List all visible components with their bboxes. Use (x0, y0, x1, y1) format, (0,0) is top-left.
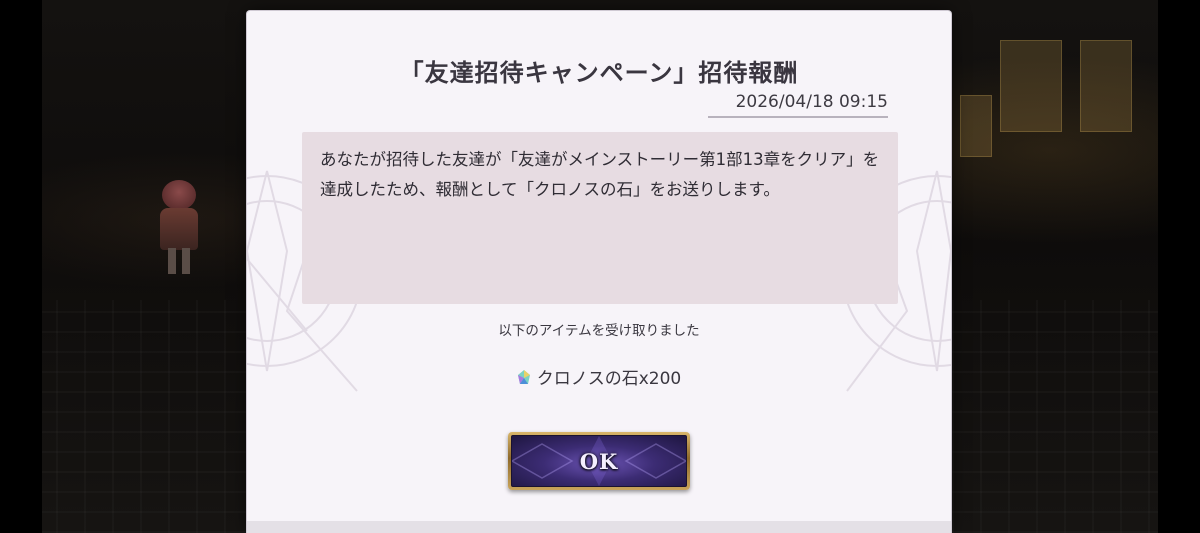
character-head (162, 180, 196, 210)
background-window (1000, 40, 1062, 132)
background-window (960, 95, 992, 157)
ok-button[interactable]: OK (508, 432, 690, 490)
background-window (1080, 40, 1132, 132)
character-legs (168, 248, 190, 274)
message-box: あなたが招待した友達が「友達がメインストーリー第1部13章をクリア」を達成したた… (302, 132, 898, 304)
dialog-bottom-band (247, 521, 951, 533)
reward-item-label: クロノスの石x200 (536, 369, 682, 389)
chronos-stone-icon (517, 370, 530, 384)
timestamp: 2026/04/18 09:15 (708, 92, 888, 118)
dialog-title: 「友達招待キャンペーン」招待報酬 (399, 59, 799, 87)
player-character (150, 180, 208, 275)
character-body (160, 208, 198, 250)
reward-item: クロノスの石x200 (247, 364, 951, 389)
received-items-label: 以下のアイテムを受け取りました (498, 323, 700, 339)
screen-edge-left (0, 0, 42, 533)
ok-button-face: OK (511, 435, 687, 487)
message-text: あなたが招待した友達が「友達がメインストーリー第1部13章をクリア」を達成したた… (320, 150, 880, 199)
screen-edge-right (1158, 0, 1200, 533)
reward-dialog: 「友達招待キャンペーン」招待報酬 2026/04/18 09:15 あなたが招待… (247, 11, 951, 533)
ok-button-label: OK (579, 449, 619, 474)
